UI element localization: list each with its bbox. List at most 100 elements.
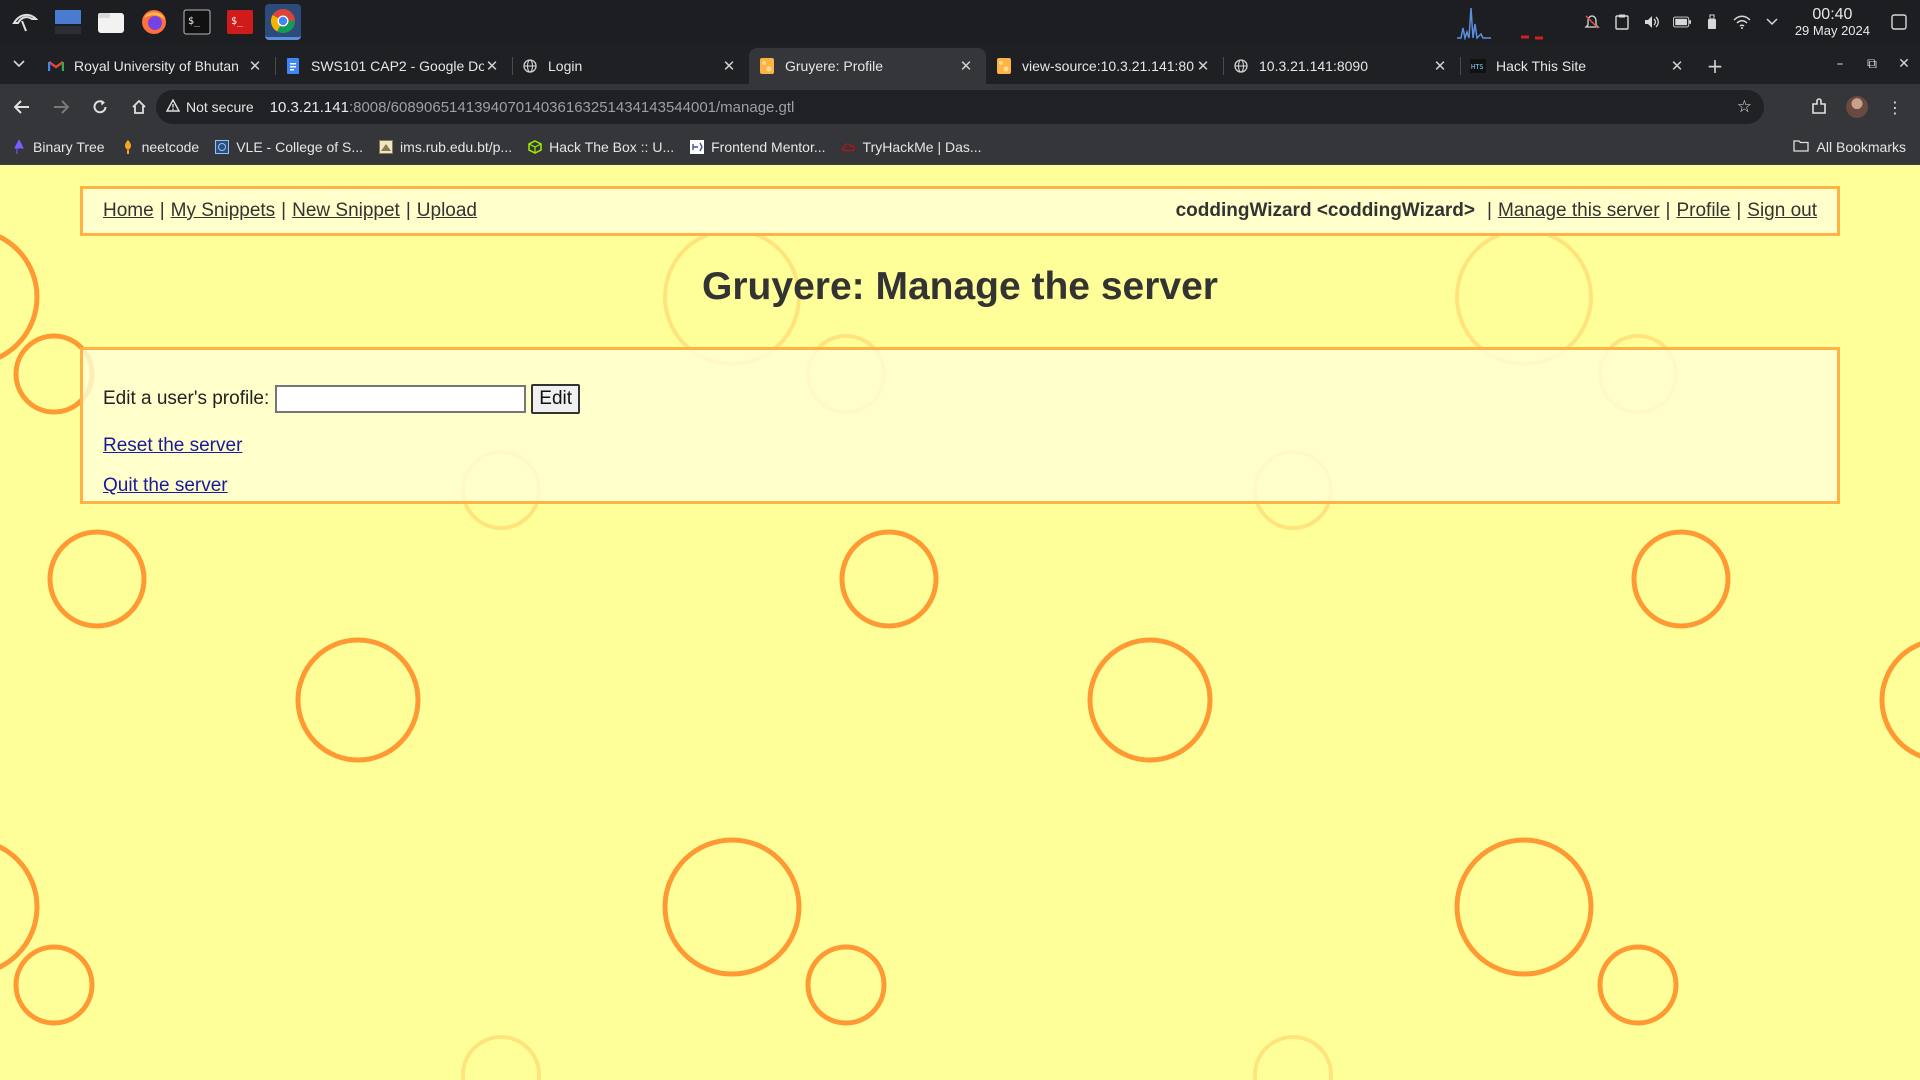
restore-icon[interactable]: ⧉ [1856,56,1888,72]
nav-profile-link[interactable]: Profile [1676,200,1730,221]
home-button[interactable] [122,90,156,124]
notifications-off-icon[interactable] [1583,13,1601,31]
tab-google-doc[interactable]: SWS101 CAP2 - Google Doc ✕ [275,48,512,84]
edit-button[interactable]: Edit [531,384,581,414]
vle-icon [215,140,230,154]
tab-title: Royal University of Bhutan [74,58,239,74]
url-path: :8008/6089065141394070140361632514341435… [348,98,795,116]
close-tab-icon[interactable]: ✕ [958,58,974,75]
forward-button[interactable] [44,90,78,124]
bookmark-neetcode[interactable]: neetcode [121,139,200,155]
bookmark-ims[interactable]: ims.rub.edu.bt/p... [379,139,512,155]
root-terminal-icon[interactable]: $_ [222,4,258,40]
window-controls: – ⧉ ✕ [1824,44,1920,84]
edit-profile-row: Edit a user's profile: Edit [103,384,581,414]
tab-title: 10.3.21.141:8090 [1259,58,1368,74]
menubar-left: Home | My Snippets | New Snippet | Upload [103,200,477,222]
browser-toolbar: Not secure 10.3.21.141:8008/608906514139… [0,84,1920,130]
extensions-icon[interactable] [1802,90,1836,124]
system-clock[interactable]: 00:40 29 May 2024 [1795,6,1870,38]
bookmark-vle[interactable]: VLE - College of S... [215,139,363,155]
ims-icon [379,140,394,154]
reload-button[interactable] [83,90,117,124]
nav-home-link[interactable]: Home [103,200,154,221]
address-bar[interactable]: Not secure 10.3.21.141:8008/608906514139… [156,90,1764,124]
close-tab-icon[interactable]: ✕ [721,58,737,75]
menubar-right: coddingWizard <coddingWizard> | Manage thi… [1176,200,1817,222]
bookmark-label: TryHackMe | Das... [862,139,982,155]
show-desktop-icon[interactable] [1890,13,1908,31]
menu-separator: | [1665,200,1671,221]
url-host: 10.3.21.141 [269,98,349,116]
svg-text:HTS: HTS [1471,63,1484,71]
svg-text:$_: $_ [188,16,201,27]
chevron-down-icon[interactable] [1763,13,1781,31]
nav-sign-out-link[interactable]: Sign out [1747,200,1817,221]
close-tab-icon[interactable]: ✕ [484,58,500,75]
bookmark-label: Frontend Mentor... [711,139,826,155]
bookmark-star-icon[interactable]: ☆ [1737,97,1752,117]
back-button[interactable] [5,90,39,124]
gruyere-icon [996,58,1012,74]
htb-icon [528,140,542,154]
nav-my-snippets-link[interactable]: My Snippets [171,200,276,221]
manage-server-panel: Edit a user's profile: Edit Reset the se… [80,347,1840,504]
bookmark-label: Binary Tree [33,139,105,155]
file-manager-icon[interactable] [93,4,129,40]
close-tab-icon[interactable]: ✕ [1432,58,1448,75]
bookmark-tryhackme[interactable]: TryHackMe | Das... [841,139,982,155]
quit-server-link[interactable]: Quit the server [103,475,228,497]
nav-new-snippet-link[interactable]: New Snippet [292,200,400,221]
wifi-icon[interactable] [1733,13,1751,31]
tab-title: SWS101 CAP2 - Google Doc [311,58,484,74]
firefox-icon[interactable] [136,4,172,40]
tab-gruyere-profile[interactable]: Gruyere: Profile ✕ [749,48,986,84]
close-tab-icon[interactable]: ✕ [1195,58,1211,75]
bookmark-label: neetcode [141,139,200,155]
clipboard-icon[interactable] [1613,13,1631,31]
browser-menu-icon[interactable]: ⋮ [1878,90,1912,124]
bookmark-label: Hack The Box :: U... [549,139,675,155]
menu-separator: | [1487,200,1492,221]
bookmark-binary-tree[interactable]: Binary Tree [12,139,105,155]
minimize-icon[interactable]: – [1824,56,1856,72]
tab-ip-8090[interactable]: 10.3.21.141:8090 ✕ [1223,48,1460,84]
chrome-icon[interactable] [265,4,301,40]
neetcode-icon [121,140,135,154]
close-tab-icon[interactable]: ✕ [247,58,263,75]
kali-menu-icon[interactable] [7,4,43,40]
page-viewport: Home | My Snippets | New Snippet | Upload codd… [0,165,1920,1080]
nav-manage-server-link[interactable]: Manage this server [1498,200,1660,221]
desktop-icon[interactable] [50,4,86,40]
reset-server-link[interactable]: Reset the server [103,435,242,457]
edit-profile-label: Edit a user's profile: [103,388,270,409]
not-secure-label: Not secure [186,99,254,115]
site-security-chip[interactable]: Not secure [156,98,254,115]
bookmark-hack-the-box[interactable]: Hack The Box :: U... [528,139,674,155]
toolbar-right-icons: ⋮ [1792,90,1912,124]
tab-view-source[interactable]: view-source:10.3.21.141:80 ✕ [986,48,1223,84]
tab-hack-this-site[interactable]: HTS Hack This Site ✕ [1460,48,1697,84]
page-title: Gruyere: Manage the server [702,265,1218,308]
user-profile-input[interactable] [275,385,527,413]
bookmark-frontend-mentor[interactable]: Frontend Mentor... [690,139,826,155]
close-tab-icon[interactable]: ✕ [1669,58,1685,75]
new-tab-button[interactable]: + [1697,48,1733,84]
battery-icon[interactable] [1672,13,1691,31]
gruyere-menubar: Home | My Snippets | New Snippet | Upload codd… [80,186,1840,236]
bookmark-label: ims.rub.edu.bt/p... [400,139,513,155]
folder-icon [1792,139,1809,155]
tab-search-icon[interactable] [0,44,38,84]
hts-icon: HTS [1470,58,1486,74]
svg-text:$_: $_ [231,16,244,27]
nav-upload-link[interactable]: Upload [417,200,477,221]
volume-icon[interactable] [1643,13,1661,31]
tab-login[interactable]: Login ✕ [512,48,749,84]
tab-title: Gruyere: Profile [785,58,884,74]
all-bookmarks-button[interactable]: All Bookmarks [1792,139,1906,155]
usb-device-icon[interactable] [1703,13,1721,31]
terminal-icon[interactable]: $_ [179,4,215,40]
profile-avatar[interactable] [1846,96,1868,118]
tab-royal-university[interactable]: Royal University of Bhutan ✕ [38,48,275,84]
close-window-icon[interactable]: ✕ [1888,56,1920,72]
